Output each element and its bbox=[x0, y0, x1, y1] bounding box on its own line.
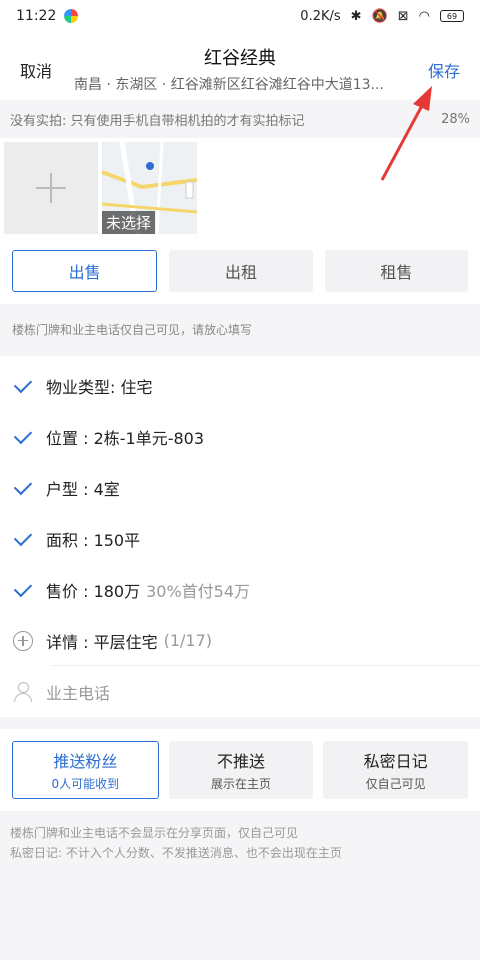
detail-text: 详情 : 平层住宅 bbox=[46, 632, 158, 652]
bluetooth-icon: ✱ bbox=[350, 8, 362, 24]
field-price[interactable]: 售价 : 180万 30%首付54万 bbox=[0, 564, 480, 615]
add-circle-icon bbox=[13, 630, 33, 651]
private-diary-button[interactable]: 私密日记 仅自己可见 bbox=[323, 741, 469, 799]
sim-icon: ⊠ bbox=[397, 8, 409, 24]
field-detail[interactable]: 详情 : 平层住宅 (1/17) bbox=[0, 615, 480, 666]
check-icon bbox=[13, 425, 33, 444]
price-note: 30%首付54万 bbox=[146, 581, 251, 601]
photo-hint-bar: 没有实拍: 只有使用手机自带相机拍的才有实拍标记 28% bbox=[0, 100, 480, 138]
person-icon bbox=[14, 681, 32, 702]
check-icon bbox=[13, 374, 33, 393]
tab-rent-or-sell[interactable]: 租售 bbox=[324, 250, 468, 292]
check-icon bbox=[13, 476, 33, 495]
detail-count: (1/17) bbox=[163, 631, 212, 650]
check-icon bbox=[13, 527, 33, 546]
no-push-sub: 展示在主页 bbox=[211, 777, 272, 791]
private-diary-label: 私密日记 bbox=[363, 752, 428, 771]
battery-icon: 69 bbox=[440, 10, 464, 22]
add-photo-button[interactable] bbox=[4, 142, 98, 234]
property-fields: 物业类型: 住宅 位置 : 2栋-1单元-803 户型 : 4室 面积 : 15… bbox=[0, 356, 480, 717]
wifi-icon: ◠ bbox=[418, 8, 430, 24]
map-thumbnail[interactable]: 未选择 bbox=[102, 142, 197, 234]
photo-strip: 未选择 bbox=[0, 138, 480, 238]
tab-rent[interactable]: 出租 bbox=[169, 250, 313, 292]
photo-hint-text: 没有实拍: 只有使用手机自带相机拍的才有实拍标记 bbox=[10, 113, 305, 129]
no-push-button[interactable]: 不推送 展示在主页 bbox=[168, 741, 314, 799]
field-property-type[interactable]: 物业类型: 住宅 bbox=[0, 360, 480, 411]
layout-text: 户型 : 4室 bbox=[46, 479, 120, 499]
push-fans-button[interactable]: 推送粉丝 0人可能收到 bbox=[12, 741, 159, 799]
no-push-label: 不推送 bbox=[217, 752, 266, 771]
map-label: 未选择 bbox=[102, 211, 156, 234]
plus-icon bbox=[36, 173, 66, 203]
field-layout[interactable]: 户型 : 4室 bbox=[0, 462, 480, 513]
status-bar: 11:22 0.2K/s ✱ 🔕 ⊠ ◠ 69 bbox=[0, 0, 480, 32]
push-fans-sub: 0人可能收到 bbox=[51, 777, 120, 791]
privacy-note: 楼栋门牌和业主电话仅自己可见，请放心填写 bbox=[0, 304, 480, 356]
check-icon bbox=[13, 578, 33, 597]
private-diary-sub: 仅自己可见 bbox=[365, 777, 426, 791]
field-location[interactable]: 位置 : 2栋-1单元-803 bbox=[0, 411, 480, 462]
push-options: 推送粉丝 0人可能收到 不推送 展示在主页 私密日记 仅自己可见 bbox=[0, 729, 480, 811]
push-fans-label: 推送粉丝 bbox=[53, 752, 118, 771]
address-text: 南昌 · 东湖区 · 红谷滩新区红谷滩红谷中大道13... bbox=[74, 77, 384, 93]
status-time: 11:22 bbox=[16, 8, 57, 24]
tab-sell[interactable]: 出售 bbox=[12, 250, 158, 292]
footer-note: 楼栋门牌和业主电话不会显示在分享页面，仅自己可见 bbox=[10, 826, 299, 840]
listing-type-tabs: 出售 出租 租售 bbox=[0, 238, 480, 304]
owner-phone-field[interactable]: 业主电话 bbox=[0, 666, 480, 717]
field-area[interactable]: 面积 : 150平 bbox=[0, 513, 480, 564]
mute-icon: 🔕 bbox=[371, 8, 388, 24]
page-title: 红谷经典 bbox=[204, 48, 276, 69]
app-notification-icon bbox=[64, 9, 79, 23]
header: 取消 红谷经典 南昌 · 东湖区 · 红谷滩新区红谷滩红谷中大道13... 保存 bbox=[0, 32, 480, 100]
save-button[interactable]: 保存 bbox=[428, 58, 460, 82]
location-text: 位置 : 2栋-1单元-803 bbox=[46, 428, 205, 448]
price-text: 售价 : 180万 bbox=[46, 581, 141, 601]
progress-percent: 28% bbox=[441, 111, 470, 127]
area-text: 面积 : 150平 bbox=[46, 530, 141, 550]
owner-phone-placeholder: 业主电话 bbox=[46, 683, 111, 703]
footer-note: 私密日记: 不计入个人分数、不发推送消息、也不会出现在主页 bbox=[10, 846, 342, 860]
footer-notes: 楼栋门牌和业主电话不会显示在分享页面，仅自己可见 私密日记: 不计入个人分数、不… bbox=[0, 811, 480, 875]
property-type-text: 物业类型: 住宅 bbox=[46, 377, 153, 397]
network-speed: 0.2K/s bbox=[300, 8, 341, 24]
